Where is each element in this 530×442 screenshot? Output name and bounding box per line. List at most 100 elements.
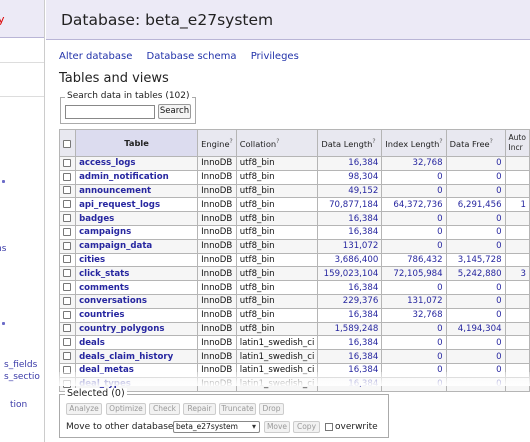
- table-name-link[interactable]: cities: [75, 252, 199, 268]
- table-name-link[interactable]: conversations: [75, 293, 199, 309]
- table-name-link[interactable]: announcement: [75, 183, 199, 199]
- search-button[interactable]: Search: [158, 104, 191, 119]
- search-input[interactable]: [65, 105, 155, 119]
- privileges-link[interactable]: Privileges: [251, 51, 299, 62]
- table-name-link[interactable]: campaign_data: [75, 238, 199, 254]
- row-checkbox[interactable]: [63, 172, 71, 181]
- table-name-link[interactable]: deals_claim_history: [75, 349, 199, 364]
- data-length-cell[interactable]: 131,072: [317, 238, 383, 254]
- sidebar-fragment[interactable]: y: [0, 13, 5, 26]
- collation-column-header[interactable]: Collation?: [235, 129, 319, 157]
- help-icon[interactable]: ?: [490, 138, 493, 145]
- row-checkbox[interactable]: [63, 296, 71, 305]
- data-length-cell[interactable]: 16,384: [317, 224, 383, 240]
- index-length-cell[interactable]: 0: [381, 321, 447, 337]
- data-free-cell[interactable]: 0: [445, 293, 506, 309]
- index-length-cell[interactable]: 72,105,984: [381, 266, 447, 282]
- data-length-cell[interactable]: 98,304: [317, 169, 383, 185]
- index-length-column-header[interactable]: Index Length?: [381, 129, 447, 157]
- sidebar-item[interactable]: ns: [0, 244, 6, 254]
- table-name-link[interactable]: country_polygons: [75, 321, 199, 337]
- table-name-link[interactable]: deals: [75, 335, 199, 351]
- engine-column-header[interactable]: Engine?: [197, 129, 237, 157]
- repair-button[interactable]: Repair: [183, 403, 216, 415]
- index-length-cell[interactable]: 0: [381, 238, 447, 254]
- check-button[interactable]: Check: [149, 403, 180, 415]
- row-checkbox[interactable]: [63, 283, 71, 292]
- data-free-cell[interactable]: 0: [445, 183, 506, 199]
- table-name-link[interactable]: countries: [75, 307, 199, 323]
- database-schema-link[interactable]: Database schema: [147, 51, 237, 62]
- data-length-cell[interactable]: 16,384: [317, 335, 383, 351]
- copy-button[interactable]: Copy: [293, 421, 320, 433]
- row-checkbox[interactable]: [63, 227, 71, 236]
- truncate-button[interactable]: Truncate: [219, 403, 256, 415]
- data-free-cell[interactable]: 5,242,880: [445, 266, 506, 282]
- row-checkbox[interactable]: [63, 158, 71, 167]
- table-name-link[interactable]: admin_notification: [75, 169, 199, 185]
- index-length-cell[interactable]: 32,768: [381, 156, 447, 171]
- index-length-cell[interactable]: 0: [381, 335, 447, 351]
- data-free-cell[interactable]: 6,291,456: [445, 197, 506, 213]
- table-name-link[interactable]: click_stats: [75, 266, 199, 282]
- data-free-cell[interactable]: 0: [445, 224, 506, 240]
- table-name-link[interactable]: api_request_logs: [75, 197, 199, 213]
- help-icon[interactable]: ?: [276, 138, 279, 145]
- data-length-cell[interactable]: 159,023,104: [317, 266, 383, 282]
- data-free-cell[interactable]: 0: [445, 156, 506, 171]
- data-free-cell[interactable]: 0: [445, 335, 506, 351]
- index-length-cell[interactable]: 32,768: [381, 307, 447, 323]
- alter-database-link[interactable]: Alter database: [59, 51, 132, 62]
- row-checkbox[interactable]: [63, 324, 71, 333]
- row-checkbox[interactable]: [63, 200, 71, 209]
- data-free-cell[interactable]: 4,194,304: [445, 321, 506, 337]
- drop-button[interactable]: Drop: [259, 403, 284, 415]
- index-length-cell[interactable]: 0: [381, 349, 447, 364]
- row-checkbox[interactable]: [63, 338, 71, 347]
- data-length-cell[interactable]: 49,152: [317, 183, 383, 199]
- optimize-button[interactable]: Optimize: [106, 403, 146, 415]
- data-free-cell[interactable]: 0: [445, 307, 506, 323]
- help-icon[interactable]: ?: [439, 138, 442, 145]
- table-name-link[interactable]: badges: [75, 211, 199, 226]
- index-length-cell[interactable]: 0: [381, 211, 447, 226]
- data-free-cell[interactable]: 0: [445, 169, 506, 185]
- table-name-link[interactable]: comments: [75, 280, 199, 295]
- index-length-cell[interactable]: 786,432: [381, 252, 447, 268]
- data-length-cell[interactable]: 16,384: [317, 211, 383, 226]
- data-free-cell[interactable]: 3,145,728: [445, 252, 506, 268]
- analyze-button[interactable]: Analyze: [66, 403, 102, 415]
- move-button[interactable]: Move: [264, 421, 290, 433]
- index-length-cell[interactable]: 0: [381, 183, 447, 199]
- index-length-cell[interactable]: 0: [381, 169, 447, 185]
- index-length-cell[interactable]: 131,072: [381, 293, 447, 309]
- row-checkbox[interactable]: [63, 269, 71, 278]
- index-length-cell[interactable]: 0: [381, 280, 447, 295]
- sidebar-item[interactable]: s_fields: [4, 360, 37, 370]
- data-free-cell[interactable]: 0: [445, 349, 506, 364]
- data-length-cell[interactable]: 16,384: [317, 307, 383, 323]
- index-length-cell[interactable]: 0: [381, 224, 447, 240]
- data-length-column-header[interactable]: Data Length?: [317, 129, 383, 157]
- auto-increment-column-header[interactable]: Auto Incr: [504, 129, 530, 157]
- data-free-cell[interactable]: 0: [445, 280, 506, 295]
- table-name-link[interactable]: campaigns: [75, 224, 199, 240]
- select-all-checkbox[interactable]: [63, 139, 71, 148]
- table-name-link[interactable]: access_logs: [75, 156, 199, 171]
- data-length-cell[interactable]: 16,384: [317, 156, 383, 171]
- data-free-cell[interactable]: 0: [445, 211, 506, 226]
- target-database-select[interactable]: beta_e27system: [173, 421, 260, 433]
- data-length-cell[interactable]: 229,376: [317, 293, 383, 309]
- data-length-cell[interactable]: 1,589,248: [317, 321, 383, 337]
- row-checkbox[interactable]: [63, 352, 71, 361]
- help-icon[interactable]: ?: [372, 138, 375, 145]
- row-checkbox[interactable]: [63, 186, 71, 195]
- help-icon[interactable]: ?: [230, 138, 233, 145]
- row-checkbox[interactable]: [63, 310, 71, 319]
- row-checkbox[interactable]: [63, 255, 71, 264]
- row-checkbox[interactable]: [63, 214, 71, 223]
- sidebar-item[interactable]: tion: [10, 400, 27, 410]
- index-length-cell[interactable]: 64,372,736: [381, 197, 447, 213]
- data-length-cell[interactable]: 16,384: [317, 349, 383, 364]
- overwrite-checkbox[interactable]: [325, 423, 333, 431]
